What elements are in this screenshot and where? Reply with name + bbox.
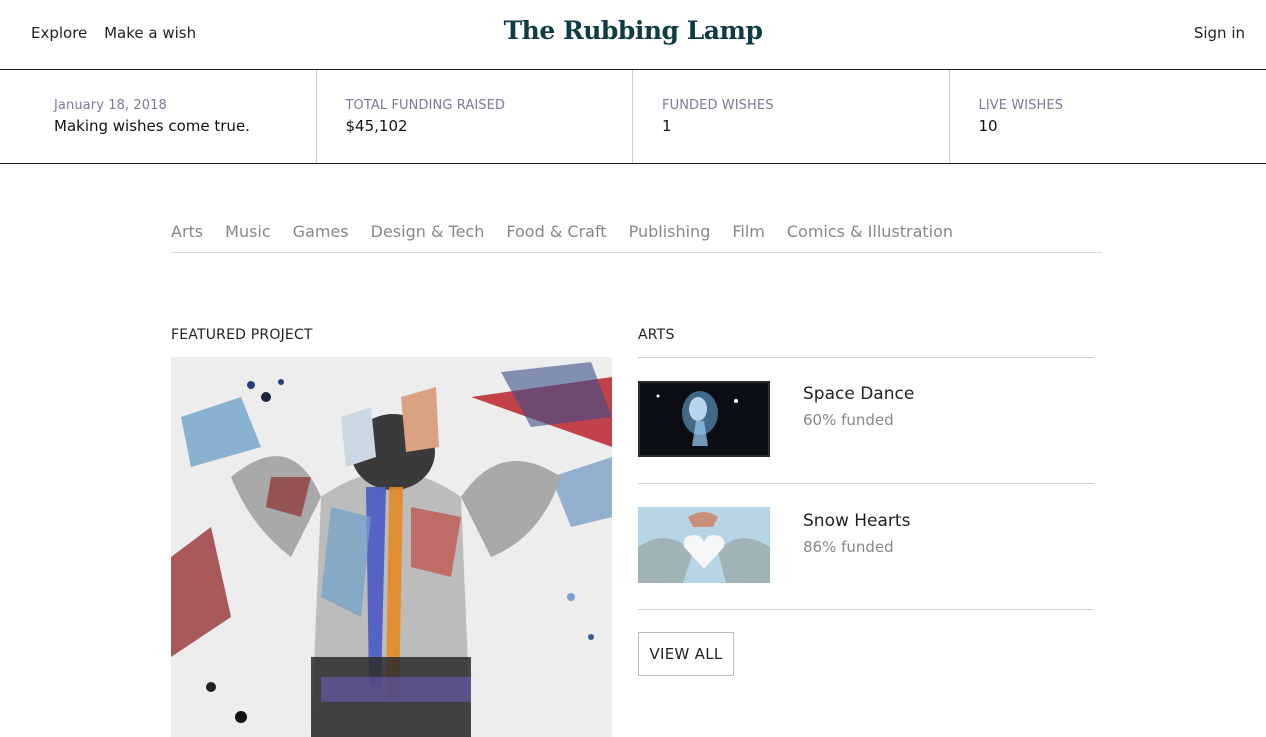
featured-project-heading: FEATURED PROJECT — [171, 327, 313, 343]
space-dance-thumbnail[interactable] — [638, 381, 770, 457]
category-tab-publishing[interactable]: Publishing — [629, 222, 711, 252]
category-tab-arts[interactable]: Arts — [171, 222, 203, 252]
category-tab-games[interactable]: Games — [293, 222, 349, 252]
category-tab-comics-illustration[interactable]: Comics & Illustration — [787, 222, 953, 252]
snow-hearts-image — [638, 507, 770, 583]
divider — [638, 357, 1094, 358]
stat-total-funding: TOTAL FUNDING RAISED $45,102 — [317, 70, 633, 163]
project-funded-status: 60% funded — [803, 411, 894, 429]
stat-funding-value: $45,102 — [345, 117, 408, 135]
divider — [638, 483, 1094, 484]
stat-tagline: Making wishes come true. — [54, 117, 250, 135]
category-tabs: Arts Music Games Design & Tech Food & Cr… — [171, 222, 1102, 253]
site-logo[interactable]: The Rubbing Lamp — [0, 16, 1266, 45]
top-navigation-bar: Explore Make a wish The Rubbing Lamp Sig… — [0, 0, 1266, 70]
space-dance-image — [638, 381, 770, 457]
sign-in-link[interactable]: Sign in — [1194, 24, 1245, 42]
category-tab-food-craft[interactable]: Food & Craft — [506, 222, 606, 252]
stat-live-value: 10 — [978, 117, 998, 135]
featured-paint-artwork — [171, 357, 612, 737]
project-funded-status: 86% funded — [803, 538, 894, 556]
category-tab-film[interactable]: Film — [732, 222, 765, 252]
stat-funded-label: FUNDED WISHES — [662, 98, 774, 113]
stat-funding-label: TOTAL FUNDING RAISED — [345, 98, 506, 113]
stats-bar: January 18, 2018 Making wishes come true… — [0, 70, 1266, 164]
stat-date-label: January 18, 2018 — [54, 98, 167, 113]
stat-funded-value: 1 — [662, 117, 672, 135]
view-all-button[interactable]: VIEW ALL — [638, 632, 734, 676]
stat-live-label: LIVE WISHES — [978, 98, 1064, 113]
arts-section-heading: ARTS — [638, 327, 675, 343]
project-title[interactable]: Space Dance — [803, 384, 914, 404]
stat-live-wishes: LIVE WISHES 10 — [950, 70, 1266, 163]
category-tab-music[interactable]: Music — [225, 222, 271, 252]
divider — [638, 609, 1094, 610]
category-tab-design-tech[interactable]: Design & Tech — [371, 222, 485, 252]
stat-date: January 18, 2018 Making wishes come true… — [0, 70, 317, 163]
stat-funded-wishes: FUNDED WISHES 1 — [633, 70, 950, 163]
featured-project-image[interactable] — [171, 357, 612, 737]
snow-hearts-thumbnail[interactable] — [638, 507, 770, 583]
project-title[interactable]: Snow Hearts — [803, 511, 910, 531]
